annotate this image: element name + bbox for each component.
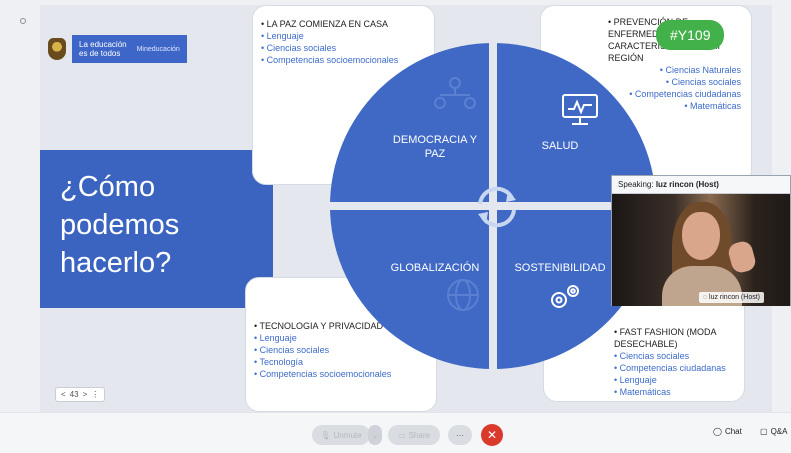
people-network-icon (434, 77, 476, 109)
card-bl-item: • Competencias socioemocionales (254, 369, 392, 379)
health-monitor-icon (562, 94, 598, 125)
audio-options-button[interactable]: ⌄ (368, 425, 382, 445)
quadrant-label-democracia: DEMOCRACIA Y PAZ (392, 134, 478, 160)
card-tl-item: • Lenguaje (261, 31, 304, 41)
quadrant-label-salud: SALUD (541, 140, 579, 152)
speaker-face (682, 212, 720, 260)
meeting-toolbar: 🎙 Unmute ⌄ ▭ Share ··· ✕ ◯ Chat ▢ Q&A (0, 412, 791, 453)
meeting-stage: La educación es de todos Mineducación ¿C… (0, 0, 791, 412)
more-options-button[interactable]: ··· (448, 425, 472, 445)
brand-header: La educación es de todos Mineducación (48, 35, 187, 63)
brand-line1: La educación (79, 40, 127, 49)
speaking-label: Speaking: (618, 180, 654, 189)
share-screen-icon: ▭ (398, 430, 406, 440)
leave-meeting-button[interactable]: ✕ (481, 424, 503, 446)
status-dot-icon (20, 18, 26, 24)
chat-button[interactable]: ◯ Chat (713, 427, 742, 436)
cycle-arrows-icon (478, 186, 516, 228)
qa-icon: ▢ (760, 427, 768, 436)
mic-icon: 🎙 (320, 430, 331, 440)
hashtag-badge: #Y109 (656, 20, 725, 50)
next-slide-button[interactable]: > (83, 390, 88, 399)
card-tl-title: • LA PAZ COMIENZA EN CASA (261, 19, 389, 29)
question-text: ¿Cómo podemos hacerlo? (60, 171, 180, 279)
close-icon: ✕ (486, 428, 498, 442)
quadrant-label-sostenibilidad: SOSTENIBILIDAD (514, 262, 606, 274)
chat-bubble-icon: ◯ (713, 427, 722, 436)
brand-ministry: Mineducación (136, 45, 180, 53)
prev-slide-button[interactable]: < (61, 390, 66, 399)
gears-icon (551, 285, 579, 308)
card-br-item: • Lenguaje (614, 375, 657, 385)
qa-button[interactable]: ▢ Q&A (760, 427, 787, 436)
chevron-down-icon: ⌄ (371, 430, 379, 440)
video-name-tag: ◌ luz rincon (Host) (698, 292, 764, 303)
slide-pager: < 43 > ⋮ (55, 387, 106, 402)
mic-icon: ◌ (702, 294, 708, 301)
quadrant-label-globalizacion: GLOBALIZACIÓN (390, 262, 480, 274)
card-br-item: • Matemáticas (614, 387, 671, 397)
unmute-button[interactable]: 🎙 Unmute (312, 425, 370, 445)
pager-more-button[interactable]: ⋮ (91, 390, 99, 399)
page-number: 43 (69, 390, 79, 399)
share-button[interactable]: ▭ Share (388, 425, 440, 445)
speaker-video: ◌ luz rincon (Host) (612, 194, 790, 306)
speaker-video-panel[interactable]: Speaking: luz rincon (Host) ◌ luz rincon… (611, 175, 791, 306)
speaking-name: luz rincon (Host) (655, 180, 719, 189)
brand-line2: es de todos (79, 49, 121, 58)
brand-box: La educación es de todos Mineducación (72, 35, 187, 63)
globe-icon (447, 279, 479, 311)
speaking-bar: Speaking: luz rincon (Host) (612, 176, 790, 194)
coat-of-arms-icon (48, 38, 66, 60)
question-panel: ¿Cómo podemos hacerlo? (40, 150, 273, 308)
